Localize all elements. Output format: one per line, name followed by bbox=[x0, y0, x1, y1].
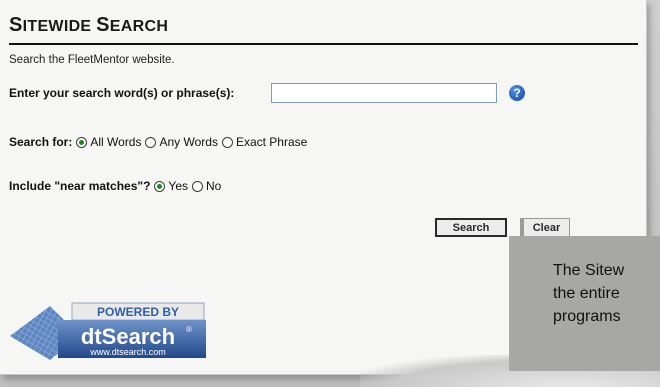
title-initial: S bbox=[96, 14, 110, 36]
radio-yes[interactable] bbox=[154, 180, 166, 192]
option-exact-phrase[interactable]: Exact Phrase bbox=[218, 135, 307, 149]
logo-powered-by: POWERED BY bbox=[97, 305, 179, 319]
option-no[interactable]: No bbox=[188, 179, 221, 193]
radio-any-words[interactable] bbox=[145, 136, 157, 148]
title-rest: ITEWIDE bbox=[22, 18, 92, 35]
tooltip-line: The Sitew bbox=[553, 262, 625, 279]
search-for-row: Search for: All Words Any Words Exact Ph… bbox=[9, 135, 307, 149]
page-title: SITEWIDE SEARCH bbox=[9, 14, 168, 37]
query-label: Enter your search word(s) or phrase(s): bbox=[9, 86, 235, 100]
radio-all-words[interactable] bbox=[76, 136, 88, 148]
title-initial: S bbox=[9, 14, 23, 36]
logo-trademark: ® bbox=[186, 325, 192, 334]
logo-dtsearch: dtSearch bbox=[81, 324, 175, 349]
search-input[interactable] bbox=[271, 83, 497, 103]
logo-url: www.dtsearch.com bbox=[89, 347, 166, 357]
info-tooltip: The Sitew the entire programs bbox=[509, 236, 660, 371]
radio-no[interactable] bbox=[192, 180, 203, 192]
near-matches-row: Include "near matches"? Yes No bbox=[9, 179, 221, 193]
title-rest: EARCH bbox=[109, 18, 169, 35]
search-for-label: Search for: bbox=[9, 135, 73, 149]
clear-button[interactable]: Clear bbox=[520, 218, 570, 237]
option-label: Any Words bbox=[159, 135, 218, 149]
search-button[interactable]: Search bbox=[435, 218, 507, 237]
tooltip-line: the entire bbox=[553, 285, 620, 302]
option-all-words[interactable]: All Words bbox=[72, 135, 141, 149]
question-circle-icon[interactable]: ? bbox=[509, 85, 525, 101]
intro-text: Search the FleetMentor website. bbox=[9, 54, 175, 66]
title-divider bbox=[9, 43, 638, 45]
near-matches-label: Include "near matches"? bbox=[9, 179, 151, 193]
query-row: Enter your search word(s) or phrase(s): bbox=[9, 86, 234, 100]
option-label: Exact Phrase bbox=[235, 135, 308, 149]
option-label: All Words bbox=[90, 135, 142, 149]
option-yes[interactable]: Yes bbox=[150, 179, 188, 193]
option-any-words[interactable]: Any Words bbox=[141, 135, 218, 149]
radio-exact-phrase[interactable] bbox=[221, 136, 233, 148]
tooltip-line: programs bbox=[553, 308, 621, 325]
option-label: Yes bbox=[168, 179, 188, 193]
dtsearch-logo[interactable]: POWERED BY dtSearch ® www.dtsearch.com bbox=[10, 302, 206, 360]
option-label: No bbox=[206, 179, 222, 193]
